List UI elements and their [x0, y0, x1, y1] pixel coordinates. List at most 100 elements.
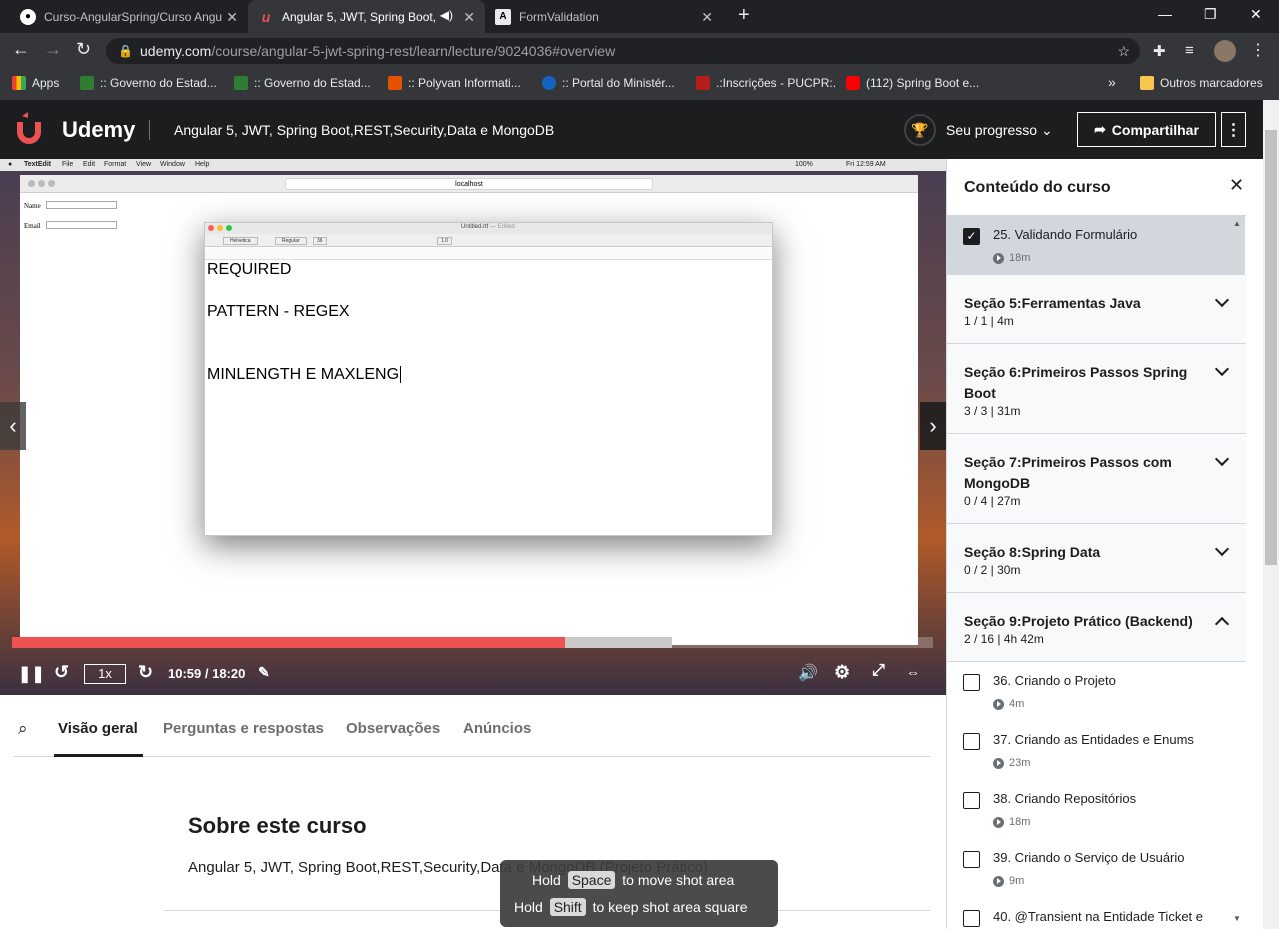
- reload-icon[interactable]: ↻: [76, 39, 91, 60]
- video-buffered-bar: [564, 637, 673, 648]
- expand-icon[interactable]: ⇔: [906, 664, 920, 680]
- course-title[interactable]: Angular 5, JWT, Spring Boot,REST,Securit…: [174, 122, 554, 138]
- governo-icon: [80, 76, 94, 90]
- udemy-logo-text[interactable]: Udemy: [62, 117, 135, 143]
- browser-tab-github[interactable]: ● Curso-AngularSpring/Curso Angu ✕: [10, 0, 248, 33]
- lesson-item[interactable]: 38. Criando Repositórios 18m: [947, 780, 1245, 839]
- checkbox-icon[interactable]: [963, 851, 980, 868]
- mac-clock: Fri 12:59 AM: [846, 161, 886, 168]
- close-sidebar-icon[interactable]: ✕: [1229, 175, 1244, 196]
- sidebar-scroll-up-icon[interactable]: ▲: [1233, 219, 1241, 228]
- window-dot: [28, 180, 35, 187]
- text-cursor: [400, 366, 402, 383]
- tab-notes[interactable]: Observações: [346, 720, 440, 737]
- video-progress-bar[interactable]: [12, 637, 933, 648]
- tab-overview[interactable]: Visão geral: [58, 720, 138, 737]
- close-window-icon[interactable]: ✕: [1250, 6, 1262, 23]
- bookmarks-overflow[interactable]: »: [1108, 74, 1116, 90]
- font-select: Helvetica: [223, 237, 258, 245]
- tab-label: Angular 5, JWT, Spring Boot,: [282, 9, 437, 24]
- checkbox-icon[interactable]: [963, 674, 980, 691]
- bookmark-item[interactable]: :: Governo do Estad...: [80, 76, 217, 90]
- settings-gear-icon[interactable]: ⚙: [834, 662, 850, 683]
- section-8[interactable]: Seção 8:Spring Data 0 / 2 | 30m: [947, 524, 1246, 593]
- new-tab-button[interactable]: +: [738, 4, 750, 27]
- checkbox-checked-icon[interactable]: ✓: [963, 228, 980, 245]
- bookmark-item[interactable]: (112) Spring Boot e...: [846, 76, 979, 90]
- lesson-item[interactable]: 40. @Transient na Entidade Ticket e: [947, 898, 1245, 929]
- forward-icon[interactable]: ↻: [138, 662, 153, 683]
- previous-lecture-button[interactable]: ‹: [0, 402, 26, 450]
- other-bookmarks[interactable]: Outros marcadores: [1140, 76, 1263, 90]
- angular-icon: A: [495, 8, 511, 25]
- browser-tab-formvalidation[interactable]: A FormValidation ✕: [485, 0, 723, 33]
- checkbox-icon[interactable]: [963, 733, 980, 750]
- udemy-logo-icon[interactable]: [16, 112, 50, 146]
- forward-icon[interactable]: →: [44, 39, 62, 60]
- bookmark-item[interactable]: :: Governo do Estad...: [234, 76, 371, 90]
- restore-icon[interactable]: ❐: [1204, 6, 1217, 23]
- tab-announcements[interactable]: Anúncios: [463, 720, 531, 737]
- page-scrollbar-thumb[interactable]: [1265, 130, 1277, 565]
- share-label: Compartilhar: [1111, 121, 1199, 138]
- media-control-icon[interactable]: ≡: [1185, 42, 1194, 59]
- bookmark-star-icon[interactable]: ☆: [1117, 38, 1130, 64]
- next-lecture-button[interactable]: ›: [920, 402, 946, 450]
- section-9[interactable]: Seção 9:Projeto Prático (Backend) 2 / 16…: [947, 593, 1246, 662]
- section-7[interactable]: Seção 7:Primeiros Passos com MongoDB 0 /…: [947, 434, 1246, 524]
- lesson-duration: 18m: [993, 816, 1030, 828]
- address-bar[interactable]: 🔒 udemy.com/course/angular-5-jwt-spring-…: [106, 38, 1140, 64]
- header-divider: [149, 120, 150, 140]
- bookmark-item[interactable]: :: Polyvan Informati...: [388, 76, 521, 90]
- doc-line-cursor: MINLENGTH E MAXLENG: [207, 366, 402, 384]
- speaker-icon[interactable]: ◀): [440, 8, 453, 22]
- mac-menu-item: TextEdit: [24, 161, 52, 168]
- bookmark-label: Apps: [32, 76, 60, 90]
- close-tab-icon[interactable]: ✕: [226, 9, 238, 26]
- search-icon[interactable]: ⌕: [18, 719, 28, 739]
- tab-qa[interactable]: Perguntas e respostas: [163, 720, 324, 737]
- textedit-document: REQUIRED PATTERN - REGEX MINLENGTH E MAX…: [207, 261, 402, 384]
- rewind-icon[interactable]: ↺: [54, 662, 69, 683]
- browser-tab-udemy[interactable]: u Angular 5, JWT, Spring Boot, ◀) ✕: [248, 0, 485, 33]
- lesson-title: 37. Criando as Entidades e Enums: [993, 732, 1194, 747]
- progress-dropdown[interactable]: Seu progresso ⌄: [946, 122, 1053, 139]
- sidebar-scroll-down-icon[interactable]: ▼: [1233, 914, 1241, 923]
- profile-avatar[interactable]: [1214, 40, 1236, 62]
- checkbox-icon[interactable]: [963, 910, 980, 927]
- lesson-item[interactable]: 36. Criando o Projeto 4m: [947, 662, 1245, 721]
- back-icon[interactable]: ←: [12, 39, 30, 60]
- lesson-item[interactable]: 39. Criando o Serviço de Usuário 9m: [947, 839, 1245, 898]
- lesson-item[interactable]: 37. Criando as Entidades e Enums 23m: [947, 721, 1245, 780]
- chevron-down-icon: [1214, 361, 1230, 377]
- more-options-icon[interactable]: ⋮: [1221, 112, 1246, 147]
- section-6[interactable]: Seção 6:Primeiros Passos Spring Boot 3 /…: [947, 344, 1246, 434]
- volume-icon[interactable]: 🔊: [798, 663, 818, 683]
- page-scrollbar[interactable]: [1263, 100, 1279, 929]
- lesson-item-current[interactable]: ✓ 25. Validando Formulário 18m: [947, 216, 1245, 275]
- note-icon[interactable]: ✎: [258, 664, 270, 681]
- bookmark-apps[interactable]: Apps: [12, 76, 59, 90]
- bookmark-item[interactable]: :: Portal do Ministér...: [542, 76, 675, 90]
- textedit-filename: Untitled.rtf: [461, 224, 489, 230]
- duration-text: 18m: [1009, 816, 1031, 828]
- chrome-menu-icon[interactable]: ⋮: [1250, 40, 1266, 60]
- video-player[interactable]: ● TextEdit File Edit Format View Window …: [0, 159, 946, 695]
- sidebar-title: Conteúdo do curso: [964, 179, 1111, 196]
- section-5[interactable]: Seção 5:Ferramentas Java 1 / 1 | 4m: [947, 275, 1246, 344]
- section-meta: 2 / 16 | 4h 42m: [964, 632, 1044, 646]
- trophy-icon[interactable]: 🏆: [904, 114, 936, 146]
- playback-speed-button[interactable]: 1x: [84, 664, 126, 684]
- checkbox-icon[interactable]: [963, 792, 980, 809]
- pause-icon[interactable]: ❚❚: [18, 664, 45, 684]
- url-path: /course/angular-5-jwt-spring-rest/learn/…: [211, 43, 616, 59]
- minimize-icon[interactable]: —: [1158, 6, 1172, 22]
- bookmark-item[interactable]: .:Inscrições - PUCPR:.: [696, 76, 836, 90]
- close-tab-icon[interactable]: ✕: [463, 9, 475, 26]
- extensions-icon[interactable]: ✚: [1153, 42, 1166, 60]
- section-title: Seção 5:Ferramentas Java: [964, 295, 1141, 311]
- fullscreen-icon[interactable]: ⤢: [872, 662, 885, 680]
- close-tab-icon[interactable]: ✕: [701, 9, 713, 26]
- bookmark-label: :: Portal do Ministér...: [562, 76, 675, 90]
- share-button[interactable]: ➦ Compartilhar: [1077, 112, 1216, 147]
